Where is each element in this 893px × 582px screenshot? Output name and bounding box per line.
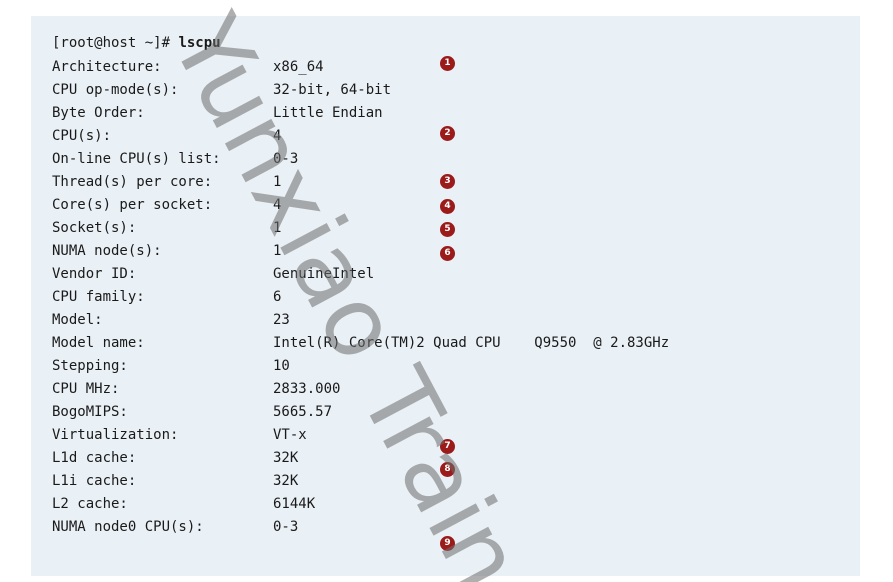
callout-1: 1 <box>440 56 455 71</box>
row-key: CPU family: <box>52 289 145 305</box>
row-key: On-line CPU(s) list: <box>52 151 221 167</box>
callout-5: 5 <box>440 222 455 237</box>
row-key: Architecture: <box>52 59 162 75</box>
row-key: CPU op-mode(s): <box>52 82 179 98</box>
row-key: Model name: <box>52 335 145 351</box>
row-key: NUMA node(s): <box>52 243 162 259</box>
callout-9: 9 <box>440 536 455 551</box>
shell-prompt: [root@host ~]# <box>52 35 179 51</box>
row-key: Thread(s) per core: <box>52 174 213 190</box>
row-key: Core(s) per socket: <box>52 197 213 213</box>
row-value: VT-x <box>273 427 307 443</box>
row-value: 32K <box>273 450 299 466</box>
row-value: Intel(R) Core(TM)2 Quad CPU Q9550 @ 2.83… <box>273 335 670 351</box>
callout-8: 8 <box>440 462 455 477</box>
row-key: L1d cache: <box>52 450 137 466</box>
row-value: 1 <box>273 174 282 190</box>
command-text: lscpu <box>178 35 221 51</box>
row-value: 5665.57 <box>273 404 333 420</box>
row-key: Vendor ID: <box>52 266 137 282</box>
row-key: L1i cache: <box>52 473 137 489</box>
row-value: 10 <box>273 358 290 374</box>
row-value: 23 <box>273 312 290 328</box>
row-key: CPU(s): <box>52 128 112 144</box>
row-value: 2833.000 <box>273 381 341 397</box>
row-key: Model: <box>52 312 103 328</box>
callout-2: 2 <box>440 126 455 141</box>
row-value: 1 <box>273 243 282 259</box>
row-key: L2 cache: <box>52 496 128 512</box>
terminal-output: [root@host ~]# lscpu Architecture: x86_64… <box>31 16 860 576</box>
callout-7: 7 <box>440 439 455 454</box>
row-value: 32K <box>273 473 299 489</box>
row-value: x86_64 <box>273 59 324 75</box>
page: [root@host ~]# lscpu Architecture: x86_64… <box>0 0 893 582</box>
row-key: Socket(s): <box>52 220 137 236</box>
row-key: BogoMIPS: <box>52 404 128 420</box>
row-key: Stepping: <box>52 358 128 374</box>
row-value: 6 <box>273 289 282 305</box>
row-value: 4 <box>273 128 282 144</box>
row-value: Little Endian <box>273 105 383 121</box>
row-key: CPU MHz: <box>52 381 120 397</box>
row-value: 0-3 <box>273 151 299 167</box>
row-value: 1 <box>273 220 282 236</box>
row-value: 6144K <box>273 496 316 512</box>
callout-4: 4 <box>440 199 455 214</box>
row-value: 0-3 <box>273 519 299 535</box>
row-key: Virtualization: <box>52 427 179 443</box>
row-key: NUMA node0 CPU(s): <box>52 519 204 535</box>
callout-3: 3 <box>440 174 455 189</box>
callout-6: 6 <box>440 246 455 261</box>
row-key: Byte Order: <box>52 105 145 121</box>
row-value: 4 <box>273 197 282 213</box>
row-value: 32-bit, 64-bit <box>273 82 392 98</box>
prompt-line: [root@host ~]# lscpu <box>52 34 221 52</box>
row-value: GenuineIntel <box>273 266 375 282</box>
